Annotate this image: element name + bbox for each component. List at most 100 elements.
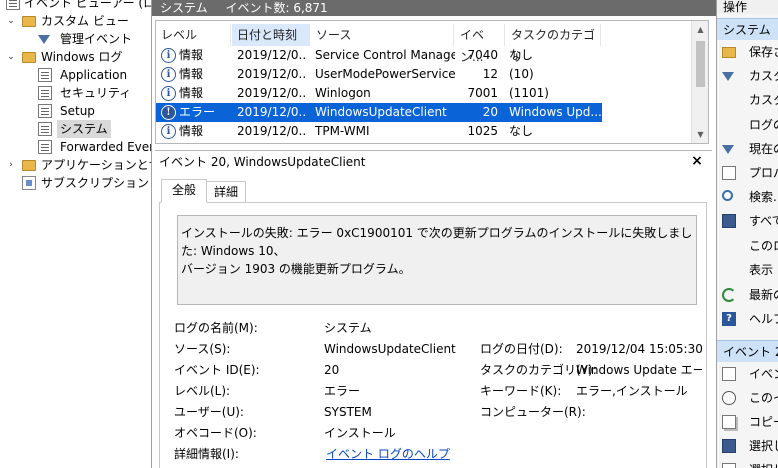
info-icon: i [161,67,176,82]
tree-item-forwarded-events[interactable]: Forwarded Events [22,138,151,156]
table-row[interactable]: i 情報 2019/12/0... Winlogon 7001 (1101) [156,84,692,103]
event-log-help-link[interactable]: イベント ログのヘルプ [326,445,450,463]
actions-section-system[interactable]: システム [717,18,778,40]
action-save-selected[interactable]: 選択し [717,435,778,457]
action-attach-task-event[interactable]: このイ [717,387,778,409]
log-icon [38,86,52,100]
tree-item-system[interactable]: システム [22,120,151,138]
chevron-down-icon[interactable]: ⌄ [6,12,16,30]
tree-root-event-viewer[interactable]: イベント ビューアー (ローカル [2,0,151,12]
value-keywords: エラー,インストール [576,384,688,398]
table-row[interactable]: i 情報 2019/12/0... Service Control Manage… [156,46,692,65]
value-user: SYSTEM [324,405,372,419]
action-import-custom-view[interactable]: カスタム [717,89,778,111]
action-properties[interactable]: プロパテ [717,162,778,184]
tree-item-custom-views[interactable]: ⌄ カスタム ビュー [6,12,151,30]
event-properties-icon [722,367,736,381]
value-level: エラー [324,384,361,398]
tree-item-application[interactable]: Application [22,66,151,84]
label-keywords: キーワード(K): [480,384,562,398]
folder-icon [22,160,36,171]
action-help[interactable]: ? ヘルプ [717,308,778,330]
action-find[interactable]: 検索... [717,186,778,208]
action-refresh[interactable]: 最新の [717,284,778,306]
action-clear-log[interactable]: ログの [717,114,778,136]
action-selected-2[interactable]: 選択し [717,459,778,468]
copy-icon [722,415,736,429]
folder-open-icon [722,47,736,58]
action-copy[interactable]: コピー [717,411,778,433]
find-icon [722,190,733,201]
column-level[interactable]: レベル [156,24,231,46]
action-open-saved-log[interactable]: 保存さ [717,41,778,63]
scroll-thumb[interactable] [696,41,705,87]
tab-details[interactable]: 詳細 [206,181,246,203]
label-log-name: ログの名前(M): [174,321,258,335]
actions-section-event[interactable]: イベント 20, [717,340,778,362]
tree-item-setup[interactable]: Setup [22,102,151,120]
table-row-selected[interactable]: ! エラー 2019/12/0... WindowsUpdateClient 2… [156,103,602,122]
subscription-icon [22,176,36,190]
label-level: レベル(L): [174,384,231,398]
log-icon [38,68,52,82]
action-filter-current-log[interactable]: 現在の [717,138,778,160]
tree-item-windows-logs[interactable]: ⌄ Windows ログ [6,48,151,66]
table-row[interactable]: i 情報 2019/12/0... UserModePowerService 1… [156,65,692,84]
scroll-up-icon[interactable]: ▲ [692,21,708,38]
label-more-info: 詳細情報(I): [174,447,239,461]
column-task-category[interactable]: タスクのカテゴリ [506,24,601,64]
event-viewer-icon [6,0,20,10]
document-icon [722,463,736,468]
column-date-time[interactable]: 日付と時刻 [232,24,310,46]
filter-icon [722,72,734,81]
tab-general[interactable]: 全般 [161,179,207,203]
tree-item-admin-events[interactable]: 管理イベント [22,30,151,48]
action-event-properties[interactable]: イベン [717,363,778,385]
value-task-category: Windows Update エージェ [576,363,702,377]
event-detail-pane: イベント 20, WindowsUpdateClient × 全般 詳細 インス… [155,150,712,468]
column-source[interactable]: ソース [311,24,454,46]
table-row[interactable]: i 情報 2019/12/0... TPM-WMI 1025 なし [156,122,692,141]
label-opcode: オペコード(O): [174,426,257,440]
actions-header: 操作 [717,0,778,14]
filter-icon [722,145,734,154]
navigation-tree: イベント ビューアー (ローカル ⌄ カスタム ビュー 管理イベント ⌄ Win… [0,0,151,468]
log-header-bar: システム イベント数: 6,871 [152,0,717,16]
label-logged: ログの日付(D): [480,342,563,356]
action-save-all-events[interactable]: すべて [717,210,778,232]
center-pane: システム イベント数: 6,871 レベル 日付と時刻 ソース イベン... タ… [151,0,717,468]
action-view[interactable]: 表示 [717,259,778,281]
log-name: システム [160,1,208,15]
info-icon: i [161,48,176,63]
label-computer: コンピューター(R): [480,405,586,419]
log-icon [38,122,52,136]
value-opcode: インストール [324,426,396,440]
info-icon: i [161,86,176,101]
list-scrollbar[interactable]: ▲ ▼ [691,21,708,143]
label-source: ソース(S): [174,342,231,356]
tree-item-subscriptions[interactable]: サブスクリプション [6,174,151,192]
value-logged: 2019/12/04 15:05:30 [576,342,703,356]
scroll-down-icon[interactable]: ▼ [692,126,708,143]
action-create-custom-view[interactable]: カスタム [717,65,778,87]
properties-icon [722,166,736,180]
value-event-id: 20 [324,363,340,377]
action-attach-task[interactable]: このロ [717,235,778,257]
tree-item-security[interactable]: セキュリティ [22,84,151,102]
event-list[interactable]: レベル 日付と時刻 ソース イベン... タスクのカテゴリ i 情報 2019/… [155,20,709,144]
chevron-right-icon[interactable]: › [6,156,16,174]
label-user: ユーザー(U): [174,405,244,419]
column-event-id[interactable]: イベン... [455,24,505,64]
actions-pane: 操作 システム 保存さ カスタム カスタム ログの 現在の プロパテ 検索...… [716,0,778,468]
error-info-icon: ! [161,105,176,120]
log-icon [38,140,52,154]
event-message[interactable]: インストールの失敗: エラー 0xC1900101 で次の更新プログラムのインス… [177,215,697,305]
tree-item-apps-services[interactable]: › アプリケーションとサービス [6,156,151,174]
general-tab-body: インストールの失敗: エラー 0xC1900101 で次の更新プログラムのインス… [159,202,707,468]
info-icon: i [161,124,176,139]
close-icon[interactable]: × [690,153,704,169]
value-source: WindowsUpdateClient [324,342,456,356]
log-icon [38,104,52,118]
chevron-down-icon[interactable]: ⌄ [6,48,16,66]
folder-icon [22,52,36,63]
